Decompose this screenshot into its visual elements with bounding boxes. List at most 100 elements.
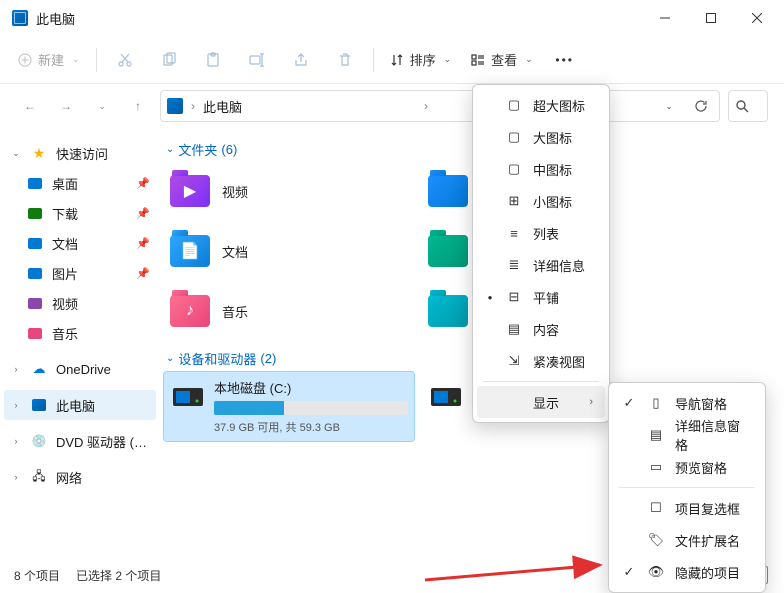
chevron-right-icon: › (10, 436, 22, 446)
more-button[interactable]: ••• (545, 43, 585, 77)
sidebar-item-label: 文档 (52, 234, 128, 253)
view-menu-item[interactable]: ▢ 中图标 (477, 153, 605, 185)
pane-icon: 🏷 (647, 532, 665, 548)
chevron-down-icon: ⌄ (10, 148, 22, 159)
sidebar-item-label: 网络 (56, 468, 150, 487)
share-button[interactable] (281, 43, 321, 77)
view-menu-item[interactable]: •⊟平铺 (477, 281, 605, 313)
sidebar-item-label: OneDrive (56, 362, 150, 377)
folder-item[interactable]: 📄文档 (164, 223, 414, 279)
search-box[interactable] (728, 90, 768, 122)
folder-label: 音乐 (222, 302, 248, 321)
menu-item-label: 列表 (533, 224, 593, 243)
sidebar-item-quick[interactable]: 音乐 (4, 318, 156, 348)
show-menu-item[interactable]: ▭预览窗格 (613, 451, 761, 483)
folder-icon (426, 169, 470, 213)
view-menu-item[interactable]: ≡ 列表 (477, 217, 605, 249)
folder-label: 视频 (222, 182, 248, 201)
maximize-button[interactable] (688, 3, 734, 33)
folder-icon: ♪ (168, 289, 212, 333)
minimize-button[interactable] (642, 3, 688, 33)
pane-icon: ☐ (647, 500, 665, 516)
view-menu-show[interactable]: 显示› (477, 386, 605, 418)
sidebar-item-quick[interactable]: 图片📌 (4, 258, 156, 288)
chevron-down-icon: ⌄ (72, 54, 80, 65)
menu-item-label: 隐藏的项目 (675, 563, 749, 582)
view-menu-item[interactable]: ⇲紧凑视图 (477, 345, 605, 377)
view-menu-item[interactable]: ≣详细信息 (477, 249, 605, 281)
show-menu-item[interactable]: ☐项目复选框 (613, 492, 761, 524)
address-dropdown[interactable]: ⌄ (657, 94, 681, 118)
sidebar-item-quick-access[interactable]: ⌄ ★ 快速访问 (4, 138, 156, 168)
pin-icon: 📌 (136, 267, 150, 280)
menu-item-label: 显示 (533, 393, 579, 412)
menu-item-label: 大图标 (533, 128, 593, 147)
view-menu-item[interactable]: ▢超大图标 (477, 89, 605, 121)
sidebar-item-quick[interactable]: 文档 📌 (4, 228, 156, 258)
back-button[interactable]: ← (16, 92, 44, 120)
menu-item-label: 详细信息 (533, 256, 593, 275)
view-menu-item[interactable]: ▢大图标 (477, 121, 605, 153)
address-bar[interactable]: › 此电脑 › ⌄ (160, 90, 720, 122)
sidebar-item-dvd[interactable]: › 💿 DVD 驱动器 (D:) CP (4, 426, 156, 456)
view-type-icon: ≡ (505, 226, 523, 241)
menu-item-label: 中图标 (533, 160, 593, 179)
folder-icon (26, 295, 44, 311)
drive-item[interactable]: 本地磁盘 (C:)37.9 GB 可用, 共 59.3 GB (164, 372, 414, 441)
new-button[interactable]: 新建 ⌄ (10, 43, 88, 77)
cut-button[interactable] (105, 43, 145, 77)
sort-button[interactable]: 排序 ⌄ (382, 43, 460, 77)
view-menu: ▢超大图标▢大图标 ▢ 中图标 ⊞小图标 ≡ 列表 ≣详细信息•⊟平铺▤内容⇲紧凑视图显示› (472, 84, 610, 423)
copy-button[interactable] (149, 43, 189, 77)
menu-item-label: 详细信息窗格 (675, 416, 749, 454)
show-menu-item[interactable]: 🏷文件扩展名 (613, 524, 761, 556)
show-menu-item[interactable]: ✓▯导航窗格 (613, 387, 761, 419)
show-menu-item[interactable]: ▤ 详细信息窗格 (613, 419, 761, 451)
recent-dropdown[interactable]: ⌄ (88, 92, 116, 120)
sidebar-item-label: 快速访问 (56, 144, 150, 163)
sidebar-item-label: 音乐 (52, 324, 150, 343)
sidebar-item-onedrive[interactable]: › ☁ OneDrive (4, 354, 156, 384)
network-icon: 🖧 (30, 469, 48, 485)
rename-button[interactable] (237, 43, 277, 77)
folder-icon (26, 325, 44, 341)
section-title: 设备和驱动器 (178, 349, 256, 368)
view-menu-item[interactable]: ▤内容 (477, 313, 605, 345)
forward-button[interactable]: → (52, 92, 80, 120)
sidebar-item-quick[interactable]: 桌面📌 (4, 168, 156, 198)
sidebar-item-quick[interactable]: 下载📌 (4, 198, 156, 228)
sidebar-item-label: 下载 (52, 204, 128, 223)
sidebar-item-this-pc[interactable]: › 此电脑 (4, 390, 156, 420)
pin-icon: 📌 (136, 237, 150, 250)
sidebar-item-network[interactable]: › 🖧 网络 (4, 462, 156, 492)
show-menu-item[interactable]: ✓👁隐藏的项目 (613, 556, 761, 588)
view-button[interactable]: 查看 ⌄ (463, 43, 541, 77)
drive-name: 本地磁盘 (C:) (214, 378, 408, 397)
section-title: 文件夹 (178, 140, 217, 159)
folder-icon (426, 289, 470, 333)
paste-button[interactable] (193, 43, 233, 77)
section-count: (6) (221, 142, 237, 157)
folder-item[interactable]: ♪ 音乐 (164, 283, 414, 339)
check-icon: ✓ (621, 395, 637, 411)
menu-item-label: 导航窗格 (675, 394, 749, 413)
view-menu-item[interactable]: ⊞小图标 (477, 185, 605, 217)
chevron-down-icon: ⌄ (166, 353, 174, 364)
drive-capacity-bar (214, 401, 408, 415)
new-label: 新建 (38, 50, 64, 69)
up-button[interactable]: ↑ (124, 92, 152, 120)
this-pc-icon (167, 98, 183, 114)
folder-item[interactable]: ▶视频 (164, 163, 414, 219)
folder-icon (26, 205, 44, 221)
menu-item-label: 平铺 (533, 288, 593, 307)
delete-button[interactable] (325, 43, 365, 77)
refresh-button[interactable] (689, 94, 713, 118)
sidebar-item-quick[interactable]: 视频 (4, 288, 156, 318)
folder-icon (26, 265, 44, 281)
close-button[interactable] (734, 3, 780, 33)
sidebar: ⌄ ★ 快速访问 桌面📌下载📌文档📌图片📌视频音乐 › ☁ OneDrive ›… (0, 128, 160, 560)
view-type-icon: ▢ (505, 161, 523, 177)
chevron-right-icon: › (10, 472, 22, 482)
sidebar-item-label: DVD 驱动器 (D:) CP (56, 432, 150, 451)
pane-icon: ▤ (647, 427, 665, 443)
